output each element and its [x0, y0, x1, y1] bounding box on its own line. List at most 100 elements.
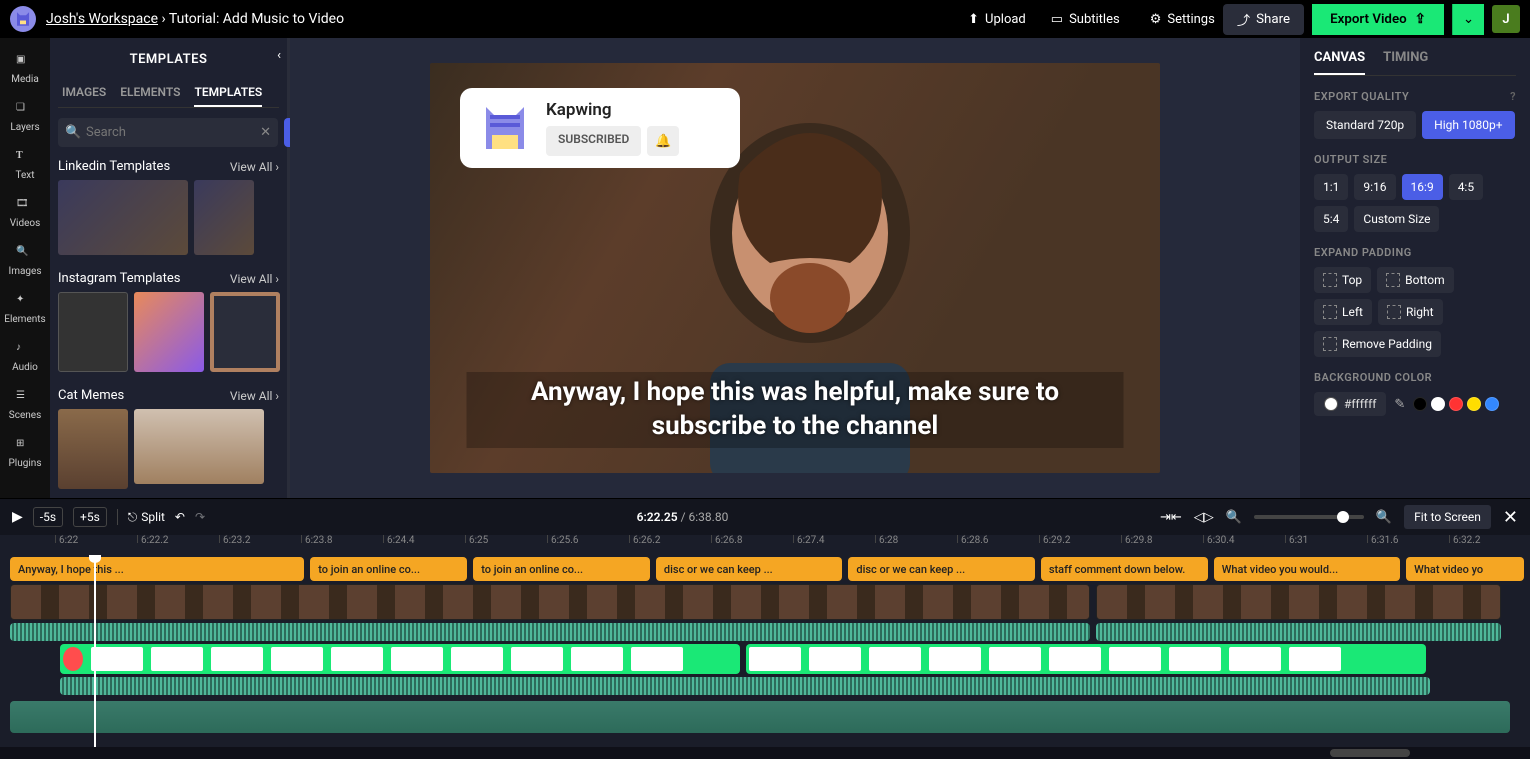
breadcrumb[interactable]: Josh's Workspace › Tutorial: Add Music t… [46, 11, 344, 27]
caption-track[interactable]: Anyway, I hope this ...to join an online… [0, 557, 1530, 581]
nav-audio[interactable]: ♪Audio [0, 334, 50, 380]
overlay-item[interactable] [1049, 647, 1101, 671]
overlay-item[interactable] [1169, 647, 1221, 671]
redo-button[interactable]: ↷ [195, 510, 205, 524]
timeline-tracks[interactable]: Anyway, I hope this ...to join an online… [0, 555, 1530, 747]
horizontal-scrollbar[interactable] [0, 747, 1530, 759]
app-logo[interactable] [10, 6, 36, 32]
overlay-item[interactable] [391, 647, 443, 671]
clear-search-icon[interactable]: ✕ [260, 125, 271, 140]
overlay-item[interactable] [809, 647, 861, 671]
tab-canvas[interactable]: CANVAS [1314, 50, 1365, 75]
template-thumb[interactable] [134, 409, 264, 484]
bg-color-value[interactable]: #ffffff [1314, 392, 1386, 416]
waveform-track[interactable] [0, 623, 1530, 641]
overlay-item[interactable] [211, 647, 263, 671]
caption-clip[interactable]: What video yo [1406, 557, 1524, 581]
pad-top[interactable]: Top [1314, 267, 1371, 293]
caption-clip[interactable]: disc or we can keep ... [848, 557, 1034, 581]
video-preview[interactable]: Kapwing SUBSCRIBED 🔔 Anyway, I hope this… [430, 63, 1160, 473]
caption-clip[interactable]: staff comment down below. [1041, 557, 1208, 581]
size-4-5[interactable]: 4:5 [1449, 174, 1483, 200]
fit-screen-button[interactable]: Fit to Screen [1404, 505, 1491, 529]
template-thumb[interactable] [134, 292, 204, 372]
swatch-yellow[interactable] [1467, 397, 1481, 411]
upload-button[interactable]: ⬆Upload [968, 12, 1026, 27]
video-clip[interactable] [10, 584, 1090, 620]
swatch-blue[interactable] [1485, 397, 1499, 411]
template-thumb[interactable] [194, 180, 254, 255]
overlay-item[interactable] [511, 647, 563, 671]
zoom-slider[interactable] [1254, 515, 1364, 519]
help-icon[interactable]: ? [1510, 90, 1516, 103]
settings-button[interactable]: ⚙Settings [1150, 12, 1215, 27]
undo-button[interactable]: ↶ [175, 510, 185, 524]
overlay-track[interactable] [0, 644, 1530, 674]
subtitles-button[interactable]: ▭Subtitles [1051, 12, 1120, 27]
pad-right[interactable]: Right [1378, 299, 1443, 325]
export-dropdown[interactable]: ⌄ [1452, 4, 1484, 35]
back-5s-button[interactable]: -5s [33, 507, 63, 527]
pad-bottom[interactable]: Bottom [1377, 267, 1453, 293]
swatch-black[interactable] [1413, 397, 1427, 411]
nav-videos[interactable]: 🎞Videos [0, 190, 50, 236]
timeline-ruler[interactable]: 6:226:22.26:23.26:23.86:24.46:256:25.66:… [0, 535, 1530, 555]
waveform-track-2[interactable] [0, 677, 1530, 695]
viewall-instagram[interactable]: View All › [230, 272, 279, 286]
playhead[interactable] [94, 555, 96, 747]
overlay-item[interactable] [989, 647, 1041, 671]
collapse-panel-button[interactable]: ‹ [277, 48, 281, 63]
template-thumb[interactable] [58, 180, 188, 255]
overlay-item[interactable] [571, 647, 623, 671]
search-input[interactable] [58, 118, 278, 147]
eyedropper-icon[interactable]: ✎ [1394, 397, 1405, 412]
caption-clip[interactable]: to join an online co... [310, 557, 467, 581]
user-avatar[interactable]: J [1492, 5, 1520, 33]
overlay-item[interactable] [631, 647, 683, 671]
audio-wave[interactable] [10, 623, 1090, 641]
nav-text[interactable]: TText [0, 142, 50, 188]
nav-scenes[interactable]: ☰Scenes [0, 382, 50, 428]
overlay-item[interactable] [331, 647, 383, 671]
scrollbar-thumb[interactable] [1330, 749, 1410, 757]
play-button[interactable]: ▶ [12, 509, 23, 525]
overlay-item[interactable] [1229, 647, 1281, 671]
overlay-item[interactable] [151, 647, 203, 671]
overlay-item[interactable] [929, 647, 981, 671]
nav-plugins[interactable]: ⊞Plugins [0, 430, 50, 476]
nav-media[interactable]: ▣Media [0, 46, 50, 92]
overlay-item[interactable] [271, 647, 323, 671]
viewall-catmemes[interactable]: View All › [230, 389, 279, 403]
video-track[interactable] [0, 584, 1530, 620]
quality-standard[interactable]: Standard 720p [1314, 111, 1416, 139]
caption-clip[interactable]: to join an online co... [473, 557, 650, 581]
overlay-item[interactable] [749, 647, 801, 671]
overlay-item[interactable] [1109, 647, 1161, 671]
quality-high[interactable]: High 1080p+ [1422, 111, 1514, 139]
caption-clip[interactable]: disc or we can keep ... [656, 557, 842, 581]
size-16-9[interactable]: 16:9 [1402, 174, 1443, 200]
pad-remove[interactable]: Remove Padding [1314, 331, 1441, 357]
template-thumb[interactable] [58, 292, 128, 372]
audio-wave[interactable] [1096, 623, 1501, 641]
video-clip[interactable] [1096, 584, 1501, 620]
caption-clip[interactable]: Anyway, I hope this ... [10, 557, 304, 581]
tab-images[interactable]: IMAGES [62, 79, 106, 107]
pad-left[interactable]: Left [1314, 299, 1372, 325]
music-track[interactable] [0, 701, 1530, 733]
snap-icon[interactable]: ⇥⇤ [1160, 510, 1182, 525]
size-1-1[interactable]: 1:1 [1314, 174, 1348, 200]
overlay-clip[interactable] [746, 644, 1426, 674]
overlay-item[interactable] [451, 647, 503, 671]
audio-wave[interactable] [60, 677, 1430, 695]
nav-images[interactable]: 🔍Images [0, 238, 50, 284]
size-custom[interactable]: Custom Size [1354, 206, 1439, 232]
close-timeline-icon[interactable]: ✕ [1503, 507, 1518, 528]
trim-icon[interactable]: ◁▷ [1194, 510, 1214, 525]
nav-layers[interactable]: ❏Layers [0, 94, 50, 140]
template-thumb[interactable] [58, 409, 128, 489]
share-button[interactable]: ⤴Share [1223, 4, 1304, 35]
music-clip[interactable] [10, 701, 1510, 733]
nav-elements[interactable]: ✦Elements [0, 286, 50, 332]
export-button[interactable]: Export Video⇪ [1312, 4, 1444, 35]
